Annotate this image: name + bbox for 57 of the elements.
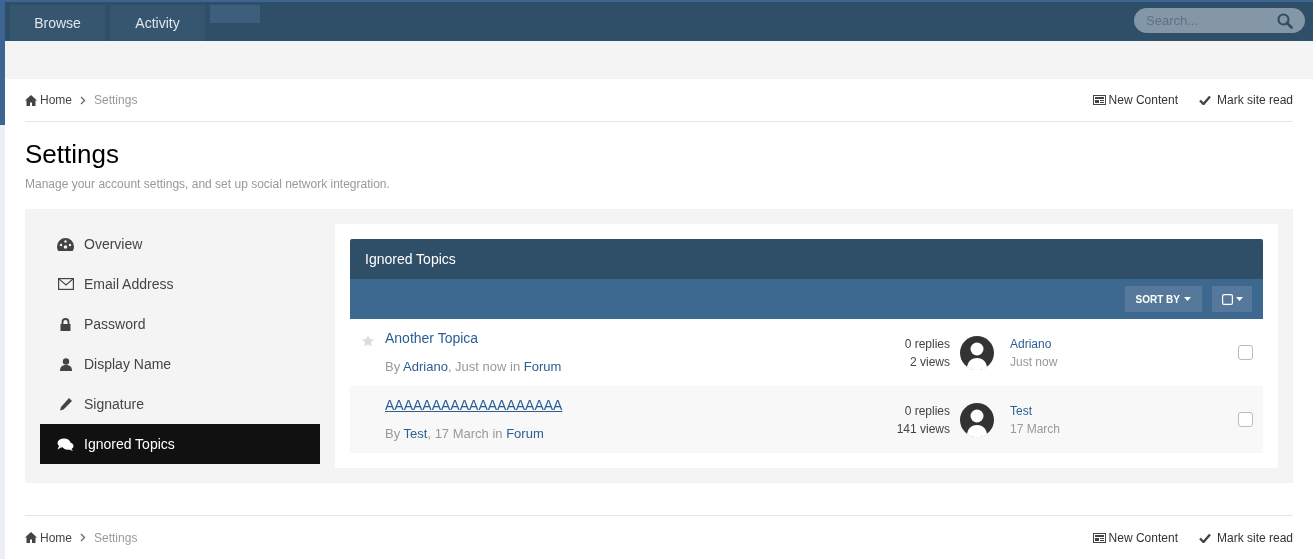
lock-icon <box>60 317 71 331</box>
new-content-link[interactable]: New Content <box>1108 528 1178 547</box>
home-icon <box>25 94 37 106</box>
newspaper-icon <box>1092 532 1106 543</box>
speech-bubbles-icon <box>57 437 74 451</box>
row-checkbox[interactable] <box>1238 412 1253 427</box>
topic-title-link[interactable]: AAAAAAAAAAAAAAAAAAA <box>385 395 563 417</box>
gauge-icon <box>57 237 74 251</box>
avatar[interactable] <box>960 335 994 370</box>
breadcrumb-link[interactable]: Home <box>40 528 72 547</box>
home-icon <box>25 532 37 543</box>
check-icon <box>1198 95 1211 105</box>
views-count: 141 views <box>896 420 950 438</box>
pencil-icon <box>58 397 73 411</box>
sort-by-button[interactable]: SORT BY <box>1124 286 1202 312</box>
checkbox-icon <box>1221 293 1233 305</box>
breadcrumb-link[interactable]: Home <box>40 91 72 109</box>
mark-read-link[interactable]: Mark site read <box>1216 528 1293 547</box>
views-count: 2 views <box>910 353 950 371</box>
caret-icon <box>1235 297 1243 301</box>
avatar[interactable] <box>960 402 994 437</box>
chevron-icon <box>80 95 86 105</box>
sidebar-item[interactable]: Email Address <box>40 264 320 304</box>
last-post-time: Just now <box>1010 353 1058 371</box>
mark-read-link[interactable]: Mark site read <box>1216 91 1293 109</box>
select-menu-button[interactable] <box>1212 286 1252 312</box>
caret-icon <box>1184 297 1191 301</box>
sidebar-item[interactable]: Signature <box>40 384 320 424</box>
user-link[interactable]: Test <box>1010 401 1032 420</box>
sidebar-item[interactable]: Password <box>40 304 320 344</box>
envelope-icon <box>57 278 74 290</box>
user-link[interactable]: Adriano <box>1010 334 1052 353</box>
nav-tab[interactable]: Activity <box>110 5 205 41</box>
replies-count: 0 replies <box>904 335 950 353</box>
chevron-icon <box>80 533 86 542</box>
new-content-link[interactable]: New Content <box>1108 91 1178 109</box>
replies-count: 0 replies <box>904 402 950 420</box>
forum-link[interactable]: Forum <box>523 359 562 375</box>
search-icon[interactable] <box>1277 12 1293 29</box>
sidebar-item[interactable]: Display Name <box>40 344 320 384</box>
last-post-time: 17 March <box>1010 420 1061 438</box>
page-title: Settings <box>25 139 120 169</box>
sidebar-item[interactable]: Ignored Topics <box>40 424 320 464</box>
newspaper-icon <box>1092 95 1106 105</box>
topic-byline: By Test, 17 March in Forum <box>385 425 544 444</box>
star-icon[interactable] <box>361 335 374 347</box>
topic-title-link[interactable]: Another Topica <box>385 328 479 350</box>
row-checkbox[interactable] <box>1238 345 1253 360</box>
sidebar-item[interactable]: Overview <box>40 224 320 264</box>
check-icon <box>1198 532 1211 543</box>
nav-tab[interactable]: Browse <box>10 5 105 41</box>
user-icon <box>59 357 72 371</box>
panel-header: Ignored Topics <box>350 239 1263 279</box>
topic-byline: By Adriano, Just now in Forum <box>385 358 562 377</box>
forum-link[interactable]: Forum <box>506 426 544 442</box>
page-subtitle: Manage your account settings, and set up social network integration. <box>25 176 391 193</box>
author-link[interactable]: Adriano <box>403 359 448 375</box>
